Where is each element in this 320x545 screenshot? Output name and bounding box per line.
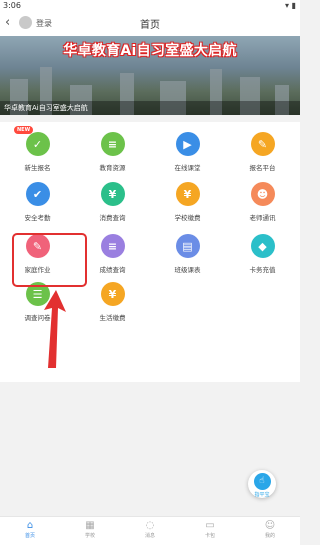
profile-icon: ☺ — [264, 520, 276, 531]
grid-item-label: 在线课堂 — [174, 164, 201, 172]
tab-label: 学校 — [84, 533, 95, 539]
tab-0[interactable]: ⌂ 首页 — [0, 520, 60, 539]
highlight-box — [12, 233, 87, 287]
grid-item[interactable]: ☻ 老师通讯 — [225, 182, 300, 222]
tab-label: 首页 — [24, 533, 35, 539]
message-icon: ◌ — [145, 520, 155, 531]
grid-item-label: 消费查询 — [99, 214, 126, 222]
grid-item[interactable]: ▤ 班级课表 — [150, 234, 225, 274]
contact-icon: ☻ — [250, 182, 275, 206]
yen-icon: ¥ — [100, 182, 125, 206]
check-icon: ✔ — [25, 182, 50, 206]
grid-item[interactable]: ✔ 安全考勤 — [0, 182, 75, 222]
grid-item[interactable]: ¥ 消费查询 — [75, 182, 150, 222]
tab-1[interactable]: ▦ 学校 — [60, 520, 120, 539]
grid-item-label: 卡务充值 — [249, 266, 276, 274]
grid-item-label: 新生报名 — [24, 164, 51, 172]
banner-caption: 华卓教育Ai自习室盛大启航 — [0, 101, 300, 115]
play-icon: ▶ — [175, 132, 200, 156]
grid-item[interactable]: ¥ 学校缴费 — [150, 182, 225, 222]
tab-4[interactable]: ☺ 我的 — [240, 520, 300, 539]
tab-label: 我的 — [264, 533, 275, 539]
home-icon: ⌂ — [26, 520, 34, 531]
table-icon: ▤ — [175, 234, 200, 258]
pay-icon: ¥ — [100, 282, 125, 306]
tab-label: 卡包 — [204, 533, 215, 539]
grid-item[interactable]: ≡ 教育资源 — [75, 132, 150, 172]
top-header: ‹ 登录 首页 — [0, 12, 300, 36]
coin-icon: ¥ — [175, 182, 200, 206]
banner[interactable]: 华卓教育Ai自习室盛大启航 华卓教育Ai自习室盛大启航 — [0, 36, 300, 115]
grid-item[interactable]: ✓ NEW 新生报名 — [0, 126, 75, 172]
status-icons: ▾ ▮ — [285, 1, 296, 10]
grid-item-label: 老师通讯 — [249, 214, 276, 222]
bottom-tabbar: ⌂ 首页 ▦ 学校 ◌ 消息 ▭ 卡包 ☺ 我的 — [0, 516, 300, 545]
grid-item-label: 教育资源 — [99, 164, 126, 172]
float-assistant-button[interactable]: ☝ 指平宝 — [248, 470, 276, 498]
banner-headline: 华卓教育Ai自习室盛大启航 — [63, 43, 237, 59]
status-time: 3:06 — [3, 1, 21, 10]
grid-item[interactable]: ◆ 卡务充值 — [225, 234, 300, 274]
hand-icon: ☝ — [253, 473, 271, 490]
score-icon: ≡ — [100, 234, 125, 258]
grid-item-label: 生活缴费 — [99, 314, 126, 322]
person-icon: ✓ — [25, 132, 50, 156]
tab-3[interactable]: ▭ 卡包 — [180, 520, 240, 539]
tab-2[interactable]: ◌ 消息 — [120, 520, 180, 539]
form-icon: ✎ — [250, 132, 275, 156]
float-button-label: 指平宝 — [254, 492, 270, 498]
status-bar: 3:06 ▾ ▮ — [0, 0, 300, 12]
school-icon: ▦ — [85, 520, 95, 531]
new-badge: NEW — [14, 126, 34, 134]
grid-item-label: 学校缴费 — [174, 214, 201, 222]
grid-item-label: 班级课表 — [174, 266, 201, 274]
tab-label: 消息 — [144, 533, 155, 539]
annotation-arrow — [44, 290, 66, 368]
grid-item[interactable]: ✎ 报名平台 — [225, 132, 300, 172]
grid-item-label: 安全考勤 — [24, 214, 51, 222]
book-icon: ≡ — [100, 132, 125, 156]
grid-item-label: 报名平台 — [249, 164, 276, 172]
card-tab-icon: ▭ — [205, 520, 215, 531]
page-title: 首页 — [140, 20, 160, 31]
grid-item[interactable]: ▶ 在线课堂 — [150, 132, 225, 172]
card-icon: ◆ — [250, 234, 275, 258]
grid-item[interactable]: ¥ 生活缴费 — [75, 282, 150, 322]
